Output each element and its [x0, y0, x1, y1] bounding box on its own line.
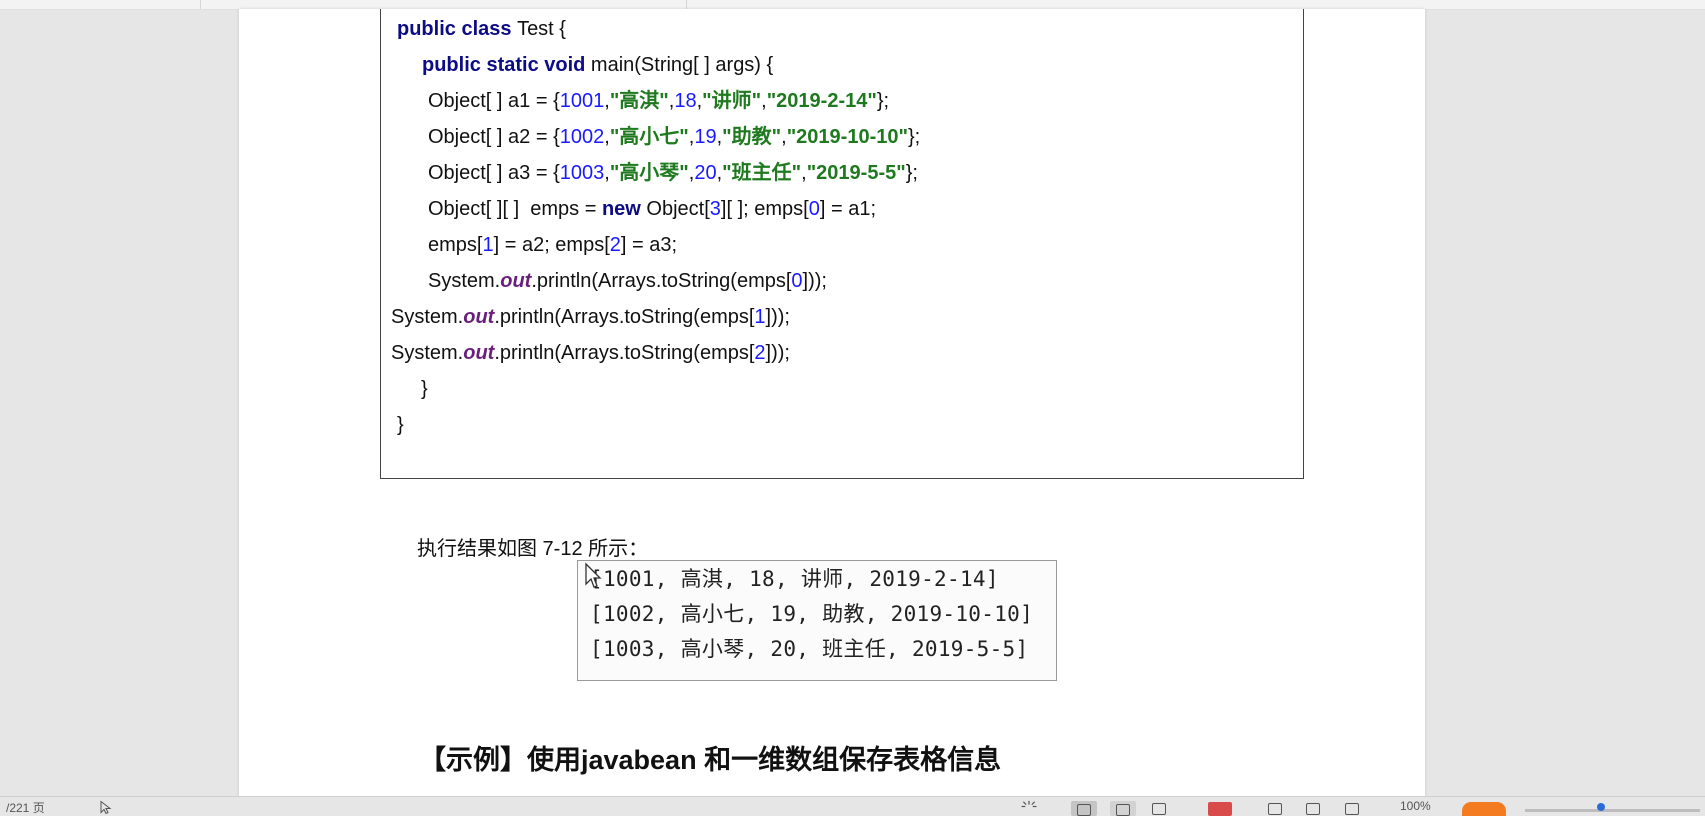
- code-token: out: [500, 270, 532, 292]
- code-token: Object[: [646, 198, 710, 220]
- code-token: 3: [709, 198, 721, 220]
- focus-mode-icon[interactable]: [1015, 799, 1043, 814]
- mouse-cursor-icon: [585, 562, 602, 588]
- layout-icon[interactable]: [1268, 803, 1282, 815]
- page-view-button[interactable]: [1071, 801, 1097, 816]
- split-view-icon[interactable]: [1345, 803, 1359, 815]
- code-token: 2: [609, 234, 621, 256]
- console-output-line: [1002, 高小七, 19, 助教, 2019-10-10]: [590, 602, 1034, 626]
- code-token: public class: [397, 18, 518, 40]
- outline-icon[interactable]: [1306, 803, 1320, 815]
- code-line: Object[ ] a1 = {1001,"高淇",18,"讲师","2019-…: [428, 89, 889, 113]
- code-token: System.: [428, 270, 501, 292]
- code-token: out: [463, 306, 495, 328]
- code-token: };: [876, 90, 890, 112]
- code-token: Object[ ] a2 = {: [428, 126, 560, 148]
- console-output-figure: [1001, 高淇, 18, 讲师, 2019-2-14] [1002, 高小七…: [577, 560, 1057, 681]
- code-line: emps[1] = a2; emps[2] = a3;: [428, 233, 677, 257]
- code-token: "助教": [722, 126, 782, 148]
- page-view-icon: [1077, 804, 1091, 816]
- page-indicator[interactable]: /221 页: [6, 799, 45, 815]
- code-line: Object[ ] a3 = {1003,"高小琴",20,"班主任","201…: [428, 161, 918, 185]
- code-token: 1003: [559, 162, 605, 184]
- code-line: }: [397, 413, 404, 437]
- code-token: 1: [482, 234, 494, 256]
- code-token: ]));: [765, 342, 790, 364]
- code-token: }: [421, 378, 428, 400]
- code-token: "2019-2-14": [766, 90, 877, 112]
- code-token: .println(Arrays.toString(emps[: [494, 306, 755, 328]
- code-token: 0: [808, 198, 820, 220]
- code-line: public class Test {: [397, 17, 566, 41]
- code-block: public class Test { public static void m…: [380, 9, 1304, 479]
- code-token: }: [397, 414, 404, 436]
- pdf-export-button[interactable]: [1208, 802, 1232, 816]
- code-token: 19: [694, 126, 717, 148]
- code-line: System.out.println(Arrays.toString(emps[…: [391, 341, 790, 365]
- status-bar: /221 页 100%: [0, 796, 1705, 816]
- code-token: "2019-5-5": [806, 162, 906, 184]
- code-token: 2: [754, 342, 766, 364]
- code-line: Object[ ][ ] emps = new Object[3][ ]; em…: [428, 197, 876, 221]
- code-token: "讲师": [702, 90, 762, 112]
- console-output-line: [1001, 高淇, 18, 讲师, 2019-2-14]: [590, 567, 999, 591]
- code-token: 1: [754, 306, 766, 328]
- code-token: emps[: [428, 234, 483, 256]
- code-token: 1001: [559, 90, 605, 112]
- code-token: Object[ ] a3 = {: [428, 162, 560, 184]
- code-line: System.out.println(Arrays.toString(emps[…: [391, 305, 790, 329]
- code-token: "高小七": [609, 126, 689, 148]
- code-token: 18: [674, 90, 697, 112]
- code-token: .println(Arrays.toString(emps[: [494, 342, 755, 364]
- code-token: .println(Arrays.toString(emps[: [531, 270, 792, 292]
- code-token: System.: [391, 306, 464, 328]
- code-token: main(String[ ] args) {: [590, 54, 774, 76]
- zoom-slider[interactable]: [1525, 809, 1700, 812]
- code-token: };: [907, 126, 921, 148]
- code-line: }: [421, 377, 428, 401]
- code-token: Object[ ][ ] emps =: [428, 198, 602, 220]
- code-token: ]));: [802, 270, 827, 292]
- code-token: "高小琴": [609, 162, 689, 184]
- web-view-button[interactable]: [1110, 801, 1136, 816]
- code-token: ][ ]; emps[: [720, 198, 809, 220]
- console-output-line: [1003, 高小琴, 20, 班主任, 2019-5-5]: [590, 637, 1029, 661]
- app-badge-icon[interactable]: [1462, 802, 1506, 816]
- code-token: };: [905, 162, 918, 184]
- zoom-level[interactable]: 100%: [1400, 799, 1431, 814]
- code-token: "班主任": [722, 162, 802, 184]
- toolbar-divider: [686, 0, 687, 9]
- code-token: ] = a3;: [620, 234, 678, 256]
- web-view-icon: [1116, 804, 1130, 816]
- code-line: Object[ ] a2 = {1002,"高小七",19,"助教","2019…: [428, 125, 920, 149]
- code-token: 20: [694, 162, 717, 184]
- code-token: "2019-10-10": [786, 126, 908, 148]
- code-line: System.out.println(Arrays.toString(emps[…: [428, 269, 827, 293]
- zoom-slider-handle[interactable]: [1597, 803, 1605, 811]
- document-page: public class Test { public static void m…: [239, 9, 1425, 796]
- code-token: Object[ ] a1 = {: [428, 90, 560, 112]
- pointer-icon: [100, 800, 112, 815]
- code-token: public static void: [422, 54, 591, 76]
- reading-view-icon[interactable]: [1152, 803, 1166, 815]
- code-line: public static void main(String[ ] args) …: [422, 53, 773, 77]
- example-heading: 【示例】使用javabean 和一维数组保存表格信息: [419, 745, 1002, 775]
- code-token: 1002: [559, 126, 605, 148]
- code-token: "高淇": [609, 90, 669, 112]
- code-token: out: [463, 342, 495, 364]
- code-token: 0: [791, 270, 803, 292]
- code-token: Test {: [517, 18, 566, 40]
- toolbar-divider: [200, 0, 201, 9]
- figure-caption: 执行结果如图 7-12 所示：: [417, 538, 649, 560]
- code-token: System.: [391, 342, 464, 364]
- code-token: ]));: [765, 306, 790, 328]
- code-token: ] = a2; emps[: [493, 234, 610, 256]
- code-token: new: [601, 198, 647, 220]
- code-token: ] = a1;: [819, 198, 876, 220]
